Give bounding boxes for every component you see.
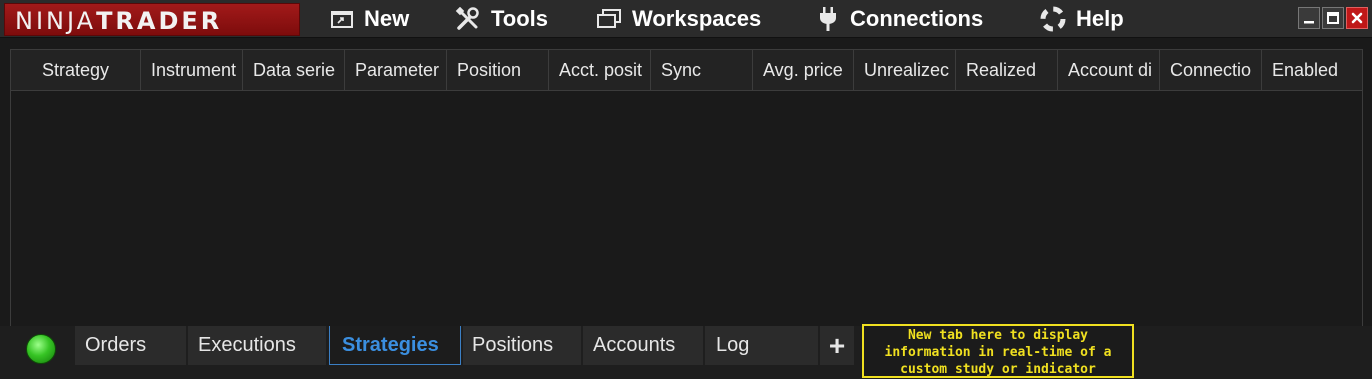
annotation-line-3: custom study or indicator: [900, 362, 1096, 377]
column-header-unrealized[interactable]: Unrealizec: [854, 50, 956, 91]
annotation-line-2: information in real-time of a: [884, 345, 1112, 360]
window-controls: [1298, 7, 1368, 29]
tab-accounts[interactable]: Accounts: [583, 326, 703, 365]
column-header-enabled[interactable]: Enabled: [1262, 50, 1362, 91]
grid-header: Strategy Instrument Data serie Parameter…: [11, 50, 1362, 91]
new-window-icon: [331, 11, 353, 28]
column-header-instrument[interactable]: Instrument: [141, 50, 243, 91]
strategies-grid: Strategy Instrument Data serie Parameter…: [10, 49, 1363, 327]
column-header-realized[interactable]: Realized: [956, 50, 1058, 91]
ninjatrader-logo: NINJATRADER: [4, 3, 300, 36]
close-button[interactable]: [1346, 7, 1368, 29]
column-header-parameters[interactable]: Parameter: [345, 50, 447, 91]
workspaces-icon: [597, 9, 621, 28]
tab-log[interactable]: Log: [705, 326, 818, 365]
close-icon: [1351, 12, 1363, 24]
add-tab-button[interactable]: +: [820, 326, 854, 365]
annotation-callout: New tab here to display information in r…: [862, 324, 1134, 378]
connection-status-indicator: [26, 334, 56, 364]
title-bar: NINJATRADER New Tools Workspaces Connect…: [0, 0, 1372, 38]
tab-orders[interactable]: Orders: [75, 326, 186, 365]
menu-workspaces[interactable]: Workspaces: [596, 4, 761, 34]
help-lifebuoy-icon: [1040, 6, 1066, 32]
column-header-avg-price[interactable]: Avg. price: [753, 50, 854, 91]
maximize-button[interactable]: [1322, 7, 1344, 29]
grid-body-empty[interactable]: [11, 91, 1362, 326]
tab-accounts-label: Accounts: [593, 334, 676, 356]
plug-icon: [820, 7, 836, 31]
menu-tools-label: Tools: [491, 6, 549, 31]
tools-icon: [455, 7, 479, 30]
column-header-connection[interactable]: Connectio: [1160, 50, 1262, 91]
minimize-button[interactable]: [1298, 7, 1320, 29]
column-header-account-display[interactable]: Account di: [1058, 50, 1160, 91]
menu-connections[interactable]: Connections: [816, 4, 983, 34]
menu-connections-label: Connections: [850, 6, 984, 31]
column-header-data-series[interactable]: Data serie: [243, 50, 345, 91]
tab-orders-label: Orders: [85, 334, 147, 356]
tab-executions[interactable]: Executions: [188, 326, 326, 365]
column-header-position[interactable]: Position: [447, 50, 549, 91]
tab-log-label: Log: [716, 334, 750, 356]
column-header-account-position[interactable]: Acct. posit: [549, 50, 651, 91]
tab-strategies[interactable]: Strategies: [329, 326, 461, 365]
tab-strategies-label: Strategies: [342, 333, 439, 356]
menu-help-label: Help: [1076, 6, 1124, 31]
maximize-icon: [1327, 12, 1339, 24]
tab-positions-label: Positions: [472, 334, 554, 356]
minimize-icon: [1304, 21, 1314, 24]
logo-text: NINJATRADER: [15, 7, 223, 35]
annotation-line-1: New tab here to display: [907, 328, 1088, 343]
column-header-strategy[interactable]: Strategy: [11, 50, 141, 91]
menu-workspaces-label: Workspaces: [632, 6, 762, 31]
menu-help[interactable]: Help: [1040, 4, 1124, 34]
tab-positions[interactable]: Positions: [463, 326, 581, 365]
menu-new[interactable]: New: [330, 4, 409, 34]
tab-executions-label: Executions: [198, 334, 296, 356]
column-header-sync[interactable]: Sync: [651, 50, 753, 91]
menu-new-label: New: [364, 6, 410, 31]
menu-tools[interactable]: Tools: [455, 4, 548, 34]
